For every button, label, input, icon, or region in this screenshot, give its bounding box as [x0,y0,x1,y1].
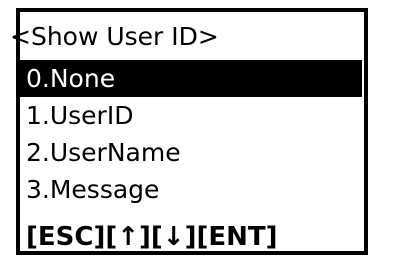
screen-title: <Show User ID> [10,22,219,51]
menu-item-userid[interactable]: 1.UserID [16,97,362,134]
enter-key-hint[interactable]: [ENT] [196,222,277,252]
menu-item-message[interactable]: 3.Message [16,171,362,208]
key-hint-bar: [ESC] [↑] [↓] [ENT] [26,222,278,252]
menu-item-none[interactable]: 0.None [16,60,362,97]
down-key-hint[interactable]: [↓] [151,222,197,252]
esc-key-hint[interactable]: [ESC] [26,222,105,252]
up-key-hint[interactable]: [↑] [105,222,151,252]
menu-item-username[interactable]: 2.UserName [16,134,362,171]
option-list: 0.None 1.UserID 2.UserName 3.Message [16,60,362,208]
